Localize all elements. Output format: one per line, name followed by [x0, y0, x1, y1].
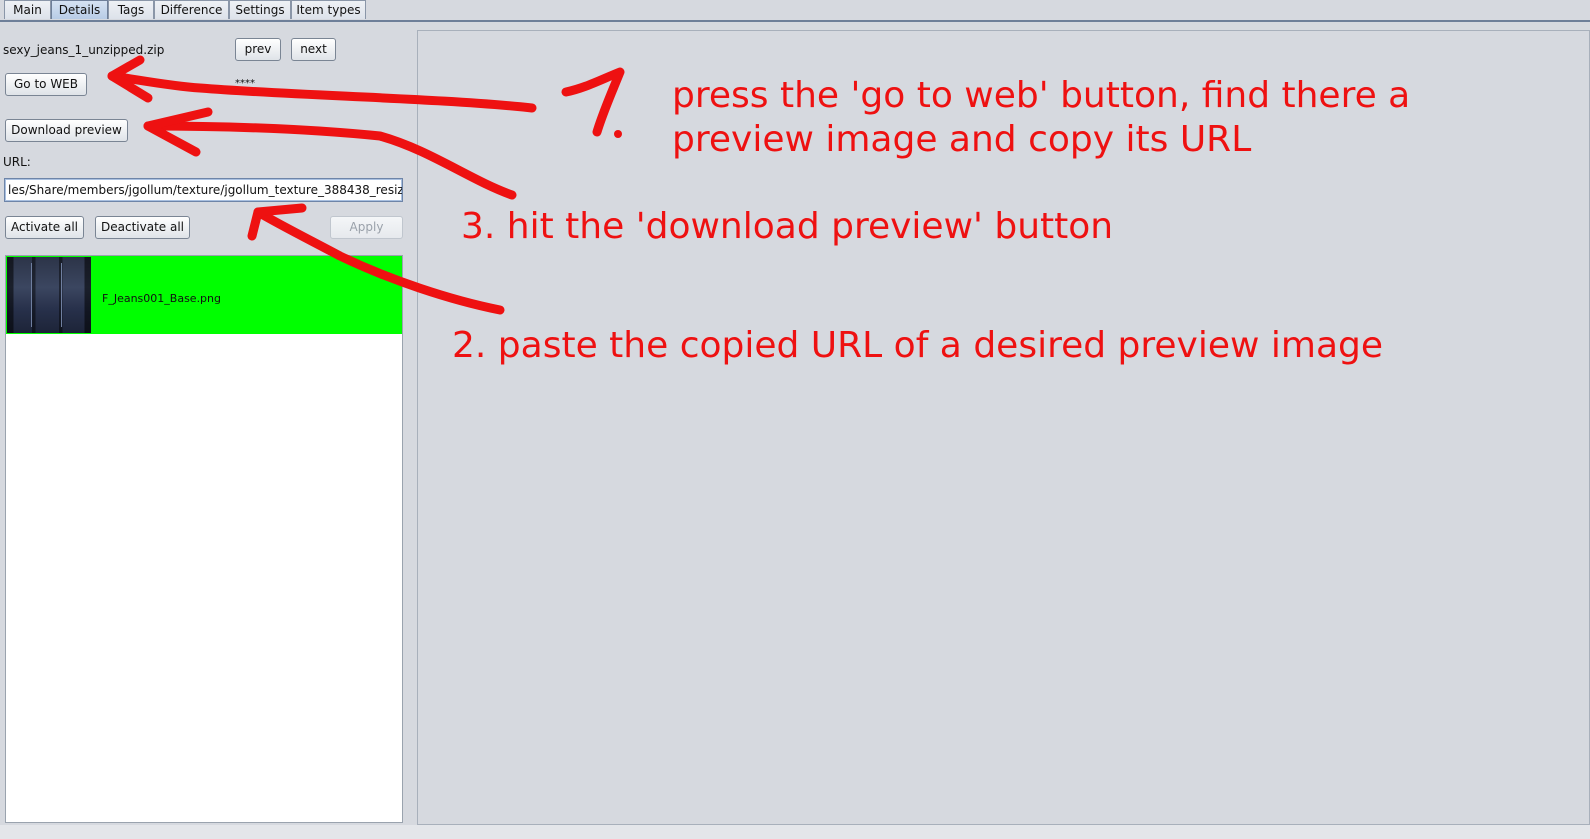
app-window: Main Details Tags Difference Settings It… [0, 0, 1590, 839]
url-input[interactable]: les/Share/members/jgollum/texture/jgollu… [4, 178, 403, 202]
activate-all-button[interactable]: Activate all [5, 216, 84, 239]
list-item-label: F_Jeans001_Base.png [102, 292, 221, 305]
deactivate-all-button[interactable]: Deactivate all [95, 216, 190, 239]
step1-text-line1: press the 'go to web' button, find there… [672, 75, 1411, 116]
prev-button[interactable]: prev [235, 38, 281, 61]
tab-settings[interactable]: Settings [229, 0, 291, 19]
rating-label: **** [235, 78, 255, 89]
step2-text: 2. paste the copied URL of a desired pre… [452, 325, 1384, 366]
tab-tags[interactable]: Tags [108, 0, 154, 19]
tab-details[interactable]: Details [51, 0, 108, 19]
tab-bar: Main Details Tags Difference Settings It… [0, 0, 1590, 22]
status-strip [0, 825, 1590, 839]
file-list: F_Jeans001_Base.png [5, 255, 403, 823]
tab-main[interactable]: Main [4, 0, 51, 19]
step3-text: 3. hit the 'download preview' button [461, 206, 1114, 247]
filename-label: sexy_jeans_1_unzipped.zip [3, 43, 165, 57]
texture-thumbnail [7, 257, 91, 333]
apply-button[interactable]: Apply [330, 216, 403, 239]
tab-difference[interactable]: Difference [154, 0, 229, 19]
url-label: URL: [3, 155, 31, 169]
tab-item-types[interactable]: Item types [291, 0, 366, 19]
next-button[interactable]: next [291, 38, 336, 61]
download-preview-button[interactable]: Download preview [5, 119, 128, 142]
list-item[interactable]: F_Jeans001_Base.png [6, 256, 402, 334]
go-to-web-button[interactable]: Go to WEB [5, 73, 87, 96]
step1-text-line2: preview image and copy its URL [672, 119, 1252, 160]
